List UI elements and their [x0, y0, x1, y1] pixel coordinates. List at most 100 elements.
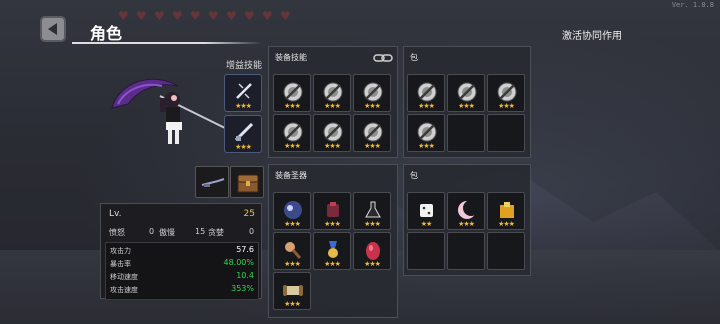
crit-value: 48.00%: [223, 258, 254, 267]
item-slot[interactable]: ★★★: [273, 272, 311, 310]
item-slot[interactable]: ★★: [407, 192, 445, 230]
locked-skill-icon: [363, 82, 383, 102]
flask-relic-icon: [365, 201, 381, 218]
star-rating: ★★★: [364, 220, 381, 228]
star-rating: ★★★: [324, 260, 341, 268]
heart-icon: ♥: [280, 9, 291, 23]
item-slot[interactable]: ★★★: [487, 74, 525, 112]
stats-panel: Lv. 25 愤怒 0 傲慢 15 贪婪 0 攻击力 57.6 暴击率 48.0…: [100, 203, 262, 300]
item-slot[interactable]: ★★★: [407, 114, 445, 152]
armor-relic-icon: [327, 202, 339, 217]
locked-skill-icon: [497, 82, 517, 102]
star-rating: ★★★: [284, 260, 301, 268]
item-slot[interactable]: ★★★: [273, 192, 311, 230]
pride-label: 傲慢: [159, 228, 175, 237]
level-value: 25: [243, 209, 255, 219]
heart-icon: ♥: [154, 9, 165, 23]
star-rating: ★★★: [235, 143, 252, 151]
medal-relic-icon: [328, 241, 338, 258]
treasure-chest-icon: [237, 174, 259, 193]
item-slot[interactable]: ★★★: [353, 74, 391, 112]
greed-value: 0: [249, 227, 255, 236]
rage-label: 愤怒: [109, 228, 125, 237]
heart-icon: ♥: [172, 9, 183, 23]
synergy-button[interactable]: 激活协同作用: [562, 27, 622, 42]
equip-skills-title: 装备技能: [275, 53, 307, 62]
locked-skill-icon: [323, 82, 343, 102]
pride-value: 15: [195, 227, 206, 236]
sword-slash-icon: [236, 83, 252, 99]
locked-skill-icon: [457, 82, 477, 102]
health-hearts: ♥ ♥ ♥ ♥ ♥ ♥ ♥ ♥ ♥ ♥: [118, 10, 292, 22]
item-slot[interactable]: ★★★: [447, 74, 485, 112]
star-rating: ★★★: [284, 220, 301, 228]
item-slot[interactable]: ★★★: [313, 114, 351, 152]
item-slot[interactable]: ★★★: [487, 192, 525, 230]
star-rating: ★★★: [498, 220, 515, 228]
item-slot[interactable]: ★★★: [353, 114, 391, 152]
bag-title: 包: [410, 171, 418, 180]
star-rating: ★★★: [284, 142, 301, 150]
item-slot[interactable]: ★★★: [313, 192, 351, 230]
microphone-relic-icon: [285, 242, 302, 259]
buff-slot[interactable]: ★★★: [224, 115, 262, 153]
empty-slot[interactable]: [487, 232, 525, 270]
heart-icon: ♥: [208, 9, 219, 23]
empty-slot[interactable]: [447, 114, 485, 152]
dice-relic-icon: [420, 204, 433, 217]
star-rating: ★★★: [324, 102, 341, 110]
attack-speed-value: 353%: [231, 284, 254, 293]
stat-label: 攻击力: [110, 247, 131, 255]
scroll-relic-icon: [283, 285, 303, 296]
crescent-relic-icon: [458, 200, 478, 219]
star-rating: ★★★: [284, 300, 301, 308]
level-label: Lv.: [109, 209, 122, 219]
empty-slot[interactable]: [447, 232, 485, 270]
version-label: Ver. 1.0.8: [671, 1, 714, 9]
bag-title: 包: [410, 53, 418, 62]
item-slot[interactable]: ★★★: [273, 232, 311, 270]
star-rating: ★★★: [324, 220, 341, 228]
rifle-icon: [201, 178, 225, 187]
egg-relic-icon: [366, 242, 380, 260]
box-relic-icon: [500, 202, 514, 218]
buff-slot[interactable]: ★★★: [224, 74, 262, 112]
link-icon[interactable]: [373, 52, 393, 64]
item-slot[interactable]: ★★★: [407, 74, 445, 112]
sword-strike-icon: [234, 122, 254, 142]
item-slot[interactable]: ★★★: [447, 192, 485, 230]
stat-label: 暴击率: [110, 260, 131, 268]
combat-stats: 攻击力 57.6 暴击率 48.00% 移动速度 10.4 攻击速度 353%: [105, 242, 259, 300]
attack-value: 57.6: [236, 245, 254, 254]
locked-skill-icon: [283, 82, 303, 102]
locked-skill-icon: [323, 122, 343, 142]
greed-label: 贪婪: [208, 228, 224, 237]
item-slot[interactable]: ★★★: [353, 192, 391, 230]
star-rating: ★★★: [458, 220, 475, 228]
empty-slot[interactable]: [487, 114, 525, 152]
heart-icon: ♥: [136, 9, 147, 23]
star-rating: ★★★: [418, 142, 435, 150]
star-rating: ★★★: [458, 102, 475, 110]
item-slot[interactable]: ★★★: [313, 74, 351, 112]
weapon-slot[interactable]: [230, 166, 264, 198]
star-rating: ★★: [420, 220, 433, 228]
page-title: 角色: [90, 24, 123, 43]
heart-icon: ♥: [262, 9, 273, 23]
heart-icon: ♥: [190, 9, 201, 23]
move-speed-value: 10.4: [236, 271, 254, 280]
item-slot[interactable]: ★★★: [273, 114, 311, 152]
empty-slot[interactable]: [407, 232, 445, 270]
weapon-slot[interactable]: [195, 166, 229, 198]
heart-icon: ♥: [226, 9, 237, 23]
scythe-maid-character: [111, 78, 226, 144]
item-slot[interactable]: ★★★: [353, 232, 391, 270]
item-slot[interactable]: ★★★: [313, 232, 351, 270]
star-rating: ★★★: [364, 260, 381, 268]
star-rating: ★★★: [498, 102, 515, 110]
item-slot[interactable]: ★★★: [273, 74, 311, 112]
back-button[interactable]: [40, 16, 66, 42]
moon-orb-icon: [284, 201, 302, 219]
title-underline: [72, 42, 262, 44]
locked-skill-icon: [283, 122, 303, 142]
